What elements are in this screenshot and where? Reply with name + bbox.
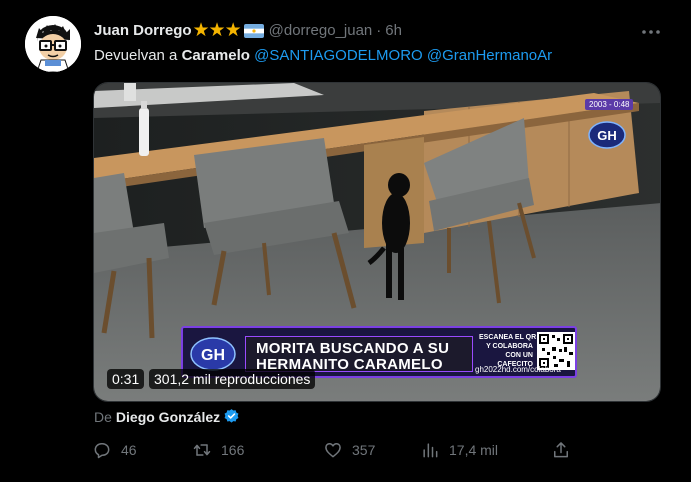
video-credit: De Diego González bbox=[94, 408, 240, 425]
like-count: 357 bbox=[352, 442, 376, 458]
reply-icon bbox=[94, 443, 110, 459]
retweet-count: 166 bbox=[221, 442, 245, 458]
scan-text-line: Y COLABORA bbox=[486, 343, 533, 350]
tweet: Juan Dorrego ★★★ @dorrego_juan · 6h Devu… bbox=[0, 0, 691, 482]
svg-text:GH: GH bbox=[597, 128, 617, 143]
tweet-text-bold: Caramelo bbox=[181, 47, 250, 64]
ticker-url: gh2022hd.com/colabora bbox=[475, 365, 561, 374]
video-duration: 0:31 bbox=[107, 369, 145, 389]
mention-link[interactable]: @SANTIAGODELMORO bbox=[254, 47, 423, 64]
argentina-flag-icon bbox=[243, 23, 264, 38]
cartoon-avatar-icon bbox=[25, 16, 81, 72]
tweet-time[interactable]: 6h bbox=[385, 22, 402, 39]
views-count: 17,4 mil bbox=[449, 442, 499, 458]
author-handle[interactable]: @dorrego_juan bbox=[269, 22, 373, 39]
reply-button[interactable]: 46 bbox=[92, 440, 137, 460]
gh-ticker-logo-icon: GH bbox=[190, 337, 236, 371]
author-avatar[interactable] bbox=[25, 16, 81, 72]
credit-from-label: De bbox=[94, 408, 112, 425]
reply-count: 46 bbox=[121, 442, 137, 458]
ticker-headline-box: MORITA BUSCANDO A SU HERMANITO CARAMELO bbox=[245, 336, 473, 373]
scan-text-line: CON UN bbox=[505, 352, 533, 359]
ticker-line1: MORITA BUSCANDO A SU bbox=[256, 340, 450, 357]
share-button[interactable] bbox=[551, 440, 580, 460]
like-button[interactable]: 357 bbox=[323, 440, 375, 460]
share-icon bbox=[554, 442, 568, 458]
heart-icon bbox=[325, 443, 341, 458]
star-emoji-icons: ★★★ bbox=[192, 20, 242, 41]
retweet-icon bbox=[193, 444, 211, 456]
scan-text-line: ESCANEA EL QR bbox=[479, 334, 537, 341]
mention-link[interactable]: @GranHermanoAr bbox=[427, 47, 552, 64]
retweet-button[interactable]: 166 bbox=[192, 440, 244, 460]
video-player[interactable]: 2003 - 0:48 GH GH MORITA BUSCANDO A SU H… bbox=[93, 82, 661, 402]
separator-dot: · bbox=[376, 22, 382, 39]
gh-date-badge: 2003 - 0:48 bbox=[585, 99, 634, 110]
tweet-text: Devuelvan a Caramelo @SANTIAGODELMORO @G… bbox=[94, 47, 552, 64]
video-view-count: 301,2 mil reproducciones bbox=[149, 369, 316, 389]
more-options-icon[interactable] bbox=[640, 24, 662, 40]
gh-logo-icon: GH bbox=[588, 121, 626, 149]
tweet-actions: 46 166 357 17,4 mil bbox=[92, 440, 572, 464]
tweet-text-prefix: Devuelvan a bbox=[94, 47, 182, 64]
views-button[interactable]: 17,4 mil bbox=[420, 440, 498, 460]
credit-author-link[interactable]: Diego González bbox=[116, 409, 220, 425]
verified-badge-icon bbox=[224, 409, 239, 423]
author-name[interactable]: Juan Dorrego bbox=[94, 22, 192, 39]
tweet-header: Juan Dorrego ★★★ @dorrego_juan · 6h bbox=[94, 20, 402, 41]
analytics-icon bbox=[423, 443, 438, 458]
svg-text:GH: GH bbox=[201, 347, 225, 364]
